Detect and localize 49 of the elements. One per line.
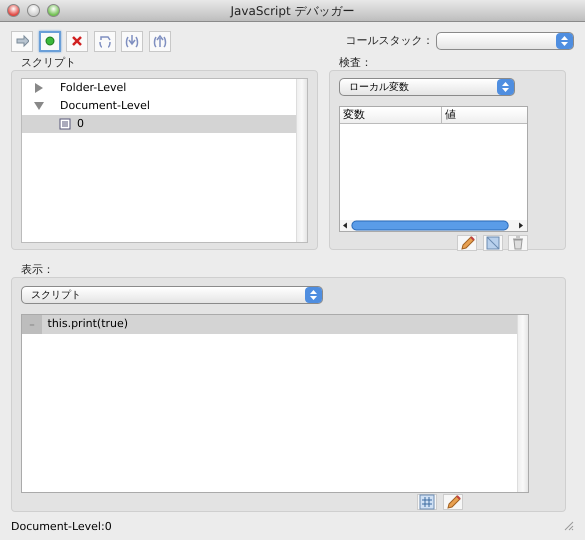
stepper-icon xyxy=(556,33,573,49)
call-stack-dropdown[interactable] xyxy=(436,32,574,50)
close-icon xyxy=(70,34,84,48)
tree-item[interactable]: Folder-Level xyxy=(22,79,296,97)
scrollbar[interactable] xyxy=(340,220,527,231)
step-into-icon xyxy=(125,34,139,48)
pencil-icon xyxy=(444,494,460,510)
toolbar-button[interactable] xyxy=(38,30,60,52)
status-text: Document-Level:0 xyxy=(11,519,112,535)
step-out-icon xyxy=(152,34,166,48)
minimize-button[interactable] xyxy=(27,4,40,17)
step-over-icon xyxy=(98,34,112,48)
toolbar-button[interactable] xyxy=(66,30,88,52)
tool-button[interactable] xyxy=(442,494,462,510)
panel-label: 表示： xyxy=(20,263,55,277)
call-stack-label: コールスタック： xyxy=(345,34,434,48)
panel-label: スクリプト xyxy=(20,56,77,70)
expanded-triangle-icon[interactable] xyxy=(34,101,44,111)
stepper-icon xyxy=(305,287,322,303)
tool-button[interactable] xyxy=(508,235,528,251)
scrollbar[interactable] xyxy=(296,79,307,242)
scrollbar[interactable] xyxy=(517,315,528,492)
collapsed-triangle-icon[interactable] xyxy=(34,83,44,93)
tree-item[interactable]: 0 xyxy=(22,115,296,133)
script-icon xyxy=(59,118,71,130)
dot-icon xyxy=(42,34,56,48)
zoom-button[interactable] xyxy=(47,4,60,17)
code-line: this.print(true) xyxy=(46,316,128,332)
tool-button[interactable] xyxy=(457,235,477,251)
tool-button[interactable] xyxy=(482,235,502,251)
column-header[interactable]: 変数 xyxy=(340,107,442,124)
display-dropdown[interactable]: スクリプト xyxy=(21,286,323,304)
window-title: JavaScript デバッガー xyxy=(230,4,354,18)
toolbar-button[interactable] xyxy=(94,30,116,52)
toolbar-button[interactable] xyxy=(148,30,170,52)
close-button[interactable] xyxy=(7,4,20,17)
hash-icon xyxy=(419,494,435,510)
code-row[interactable]: – this.print(true) xyxy=(22,315,517,334)
column-header[interactable]: 値 xyxy=(442,107,527,124)
stepper-icon xyxy=(497,79,514,95)
tool-button[interactable] xyxy=(417,494,437,510)
panel-label: 検査： xyxy=(338,56,373,70)
inspect-dropdown[interactable]: ローカル変数 xyxy=(339,78,515,96)
toolbar-button[interactable] xyxy=(11,30,33,52)
continue-icon xyxy=(15,34,29,48)
tree-item[interactable]: Document-Level xyxy=(22,97,296,115)
square-icon xyxy=(484,235,500,251)
toolbar-button[interactable] xyxy=(121,30,143,52)
pencil-icon xyxy=(459,235,475,251)
